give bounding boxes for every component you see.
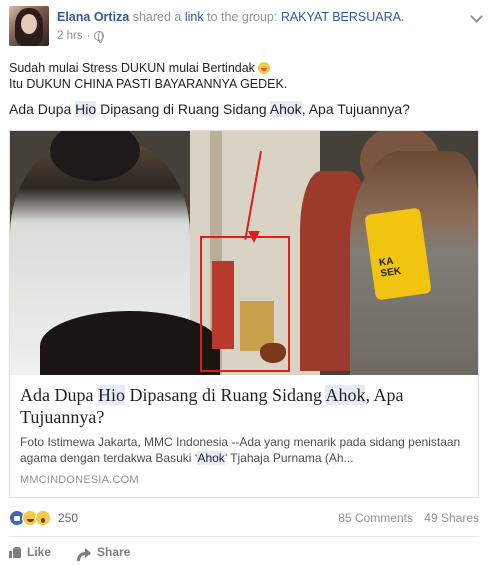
post-line-1: Sudah mulai Stress DUKUN mulai Bertindak — [9, 61, 271, 75]
share-arrow-icon — [77, 547, 92, 561]
title-text-1: Ada Dupa — [20, 385, 98, 405]
post-time[interactable]: 2 hrs — [57, 30, 83, 42]
like-button[interactable]: Like — [9, 545, 51, 559]
author-name[interactable]: Elana Ortiza — [57, 10, 129, 24]
desc-text-2: ’ Tjahaja Purnama (Ah... — [224, 451, 354, 465]
thumbs-up-icon — [9, 546, 21, 558]
post-message: Sudah mulai Stress DUKUN mulai Bertindak… — [9, 60, 479, 118]
post-line-1-text: Sudah mulai Stress DUKUN mulai Bertindak — [9, 61, 255, 75]
link-preview-body[interactable]: Ada Dupa Hio Dipasang di Ruang Sidang Ah… — [10, 375, 478, 497]
reactions-summary[interactable]: 250 — [9, 510, 78, 526]
post-actions: Like Share — [9, 543, 479, 561]
q-text-3: , Apa Tujuannya? — [301, 101, 410, 117]
q-text-2: Dipasang di Ruang Sidang — [96, 101, 270, 117]
photo-armband: KA SEK — [364, 207, 432, 301]
share-button[interactable]: Share — [77, 545, 131, 561]
engagement-counts: 85 Comments 49 Shares — [330, 511, 479, 525]
link-preview-card[interactable]: KA SEK Ada Dupa Hio Dipasang di Ruang Si… — [9, 130, 479, 498]
title-highlight-ahok: Ahok — [325, 385, 366, 405]
comments-count[interactable]: 85 Comments — [338, 511, 413, 525]
post-meta: 2 hrs · — [57, 30, 105, 43]
wow-icon — [35, 510, 51, 526]
link-word[interactable]: link — [185, 10, 204, 24]
q-highlight-ahok[interactable]: Ahok — [269, 101, 302, 117]
photo-red-highlight-box — [200, 236, 290, 372]
post-header-line: Elana Ortiza shared a link to the group:… — [57, 10, 404, 24]
link-preview-image[interactable]: KA SEK — [10, 131, 478, 375]
tongue-emoji-icon — [258, 62, 271, 74]
link-preview-domain: MMCINDONESIA.COM — [20, 474, 139, 486]
share-label: Share — [97, 545, 131, 559]
actions-divider — [9, 536, 479, 537]
photo-red-arrowhead — [248, 231, 260, 243]
shared-text: shared a — [132, 10, 182, 24]
photo-crowd — [40, 311, 220, 375]
link-preview-title[interactable]: Ada Dupa Hio Dipasang di Ruang Sidang Ah… — [20, 384, 468, 428]
q-highlight-hio[interactable]: Hio — [75, 101, 97, 117]
globe-icon[interactable] — [94, 31, 105, 43]
post-stats: 250 85 Comments 49 Shares — [9, 508, 479, 528]
shares-count[interactable]: 49 Shares — [424, 511, 479, 525]
armband-text: KA SEK — [378, 255, 402, 280]
chevron-down-icon[interactable] — [470, 10, 483, 23]
post-header: Elana Ortiza shared a link to the group:… — [9, 6, 483, 46]
link-preview-description: Foto Istimewa Jakarta, MMC Indonesia --A… — [20, 434, 468, 466]
author-avatar[interactable] — [9, 6, 49, 46]
avatar-face — [21, 14, 37, 34]
post-question: Ada Dupa Hio Dipasang di Ruang Sidang Ah… — [9, 101, 410, 117]
group-name[interactable]: RAKYAT BERSUARA. — [281, 10, 405, 24]
reactions-count[interactable]: 250 — [58, 511, 78, 525]
title-text-2: Dipasang di Ruang Sidang — [124, 385, 326, 405]
to-group-text: to the group: — [207, 10, 278, 24]
q-text-1: Ada Dupa — [9, 101, 76, 117]
desc-highlight-ahok: Ahok — [197, 451, 225, 465]
meta-separator: · — [86, 30, 91, 42]
post-line-2: Itu DUKUN CHINA PASTI BAYARANNYA GEDEK. — [9, 77, 288, 91]
like-label: Like — [27, 545, 52, 559]
title-highlight-hio: Hio — [97, 385, 125, 405]
